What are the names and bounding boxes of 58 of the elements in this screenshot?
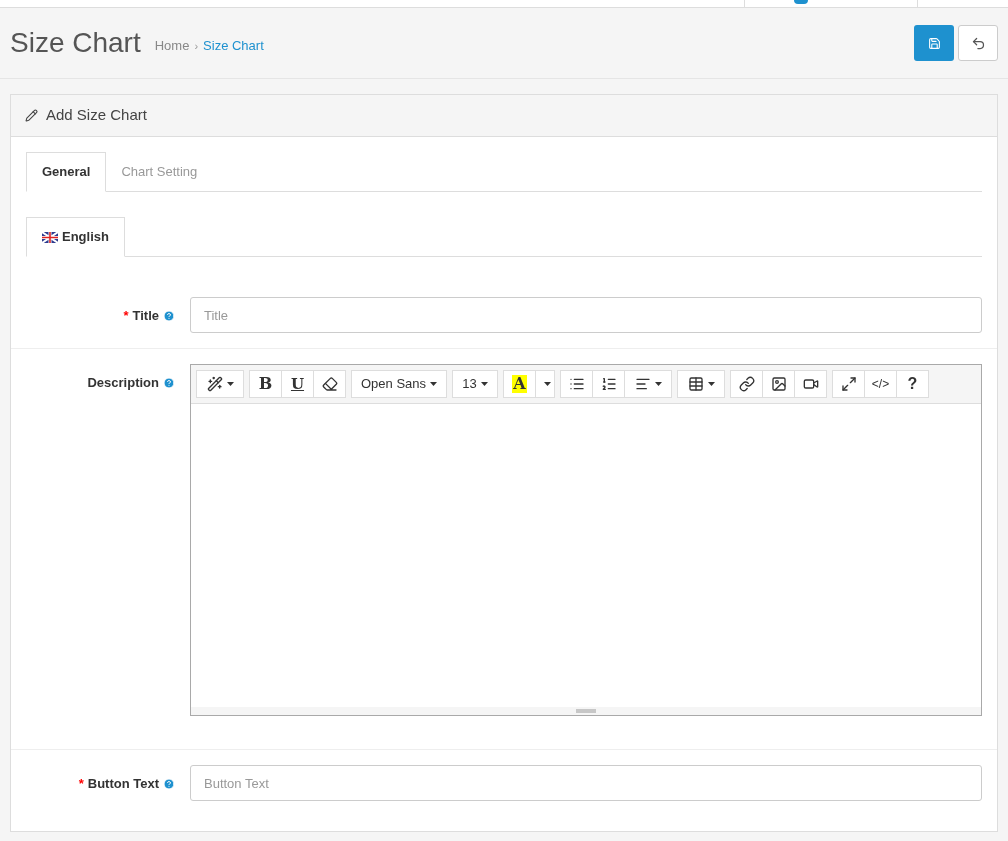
save-icon <box>927 36 941 50</box>
picture-button[interactable] <box>762 370 795 398</box>
caret-icon <box>707 382 715 386</box>
expand-icon <box>840 376 857 392</box>
help-icon <box>163 376 175 389</box>
caret-icon <box>480 382 488 386</box>
numbered-list-button[interactable] <box>592 370 625 398</box>
undo-icon <box>970 35 986 51</box>
magic-button[interactable] <box>196 370 244 398</box>
video-button[interactable] <box>794 370 827 398</box>
help-icon <box>163 777 175 790</box>
field-label: Button Text <box>87 775 159 793</box>
caret-icon <box>543 382 551 386</box>
text-color-button[interactable]: A <box>503 370 536 398</box>
eraser-button[interactable] <box>313 370 346 398</box>
bullet-list-button[interactable] <box>560 370 593 398</box>
color-dropdown[interactable] <box>535 370 555 398</box>
caret-icon <box>654 382 662 386</box>
tab[interactable]: General <box>26 152 107 192</box>
back-button[interactable] <box>958 25 998 61</box>
field-label: Title <box>132 307 159 325</box>
eraser-icon <box>321 376 338 392</box>
field-label: Description <box>87 374 159 392</box>
help-icon <box>163 309 175 322</box>
save-button[interactable] <box>914 25 954 61</box>
font-size-dropdown[interactable]: 13 <box>452 370 498 398</box>
help-button[interactable]: ? <box>896 370 929 398</box>
numbered-list-icon <box>600 376 617 392</box>
resize-handle[interactable] <box>191 707 981 715</box>
table-dropdown[interactable] <box>677 370 725 398</box>
link-icon <box>738 376 755 392</box>
rich-text-editor[interactable]: B U Open Sans 13 A </> ? <box>190 364 982 716</box>
caret-icon <box>226 382 234 386</box>
required-mark: * <box>123 307 129 325</box>
underline-button[interactable]: U <box>281 370 314 398</box>
align-dropdown[interactable] <box>624 370 672 398</box>
bullet-list-icon <box>568 376 585 392</box>
flag-icon <box>42 231 58 243</box>
text-input[interactable]: Button Text <box>190 765 982 801</box>
grip-icon <box>576 708 596 714</box>
text-input[interactable]: Title <box>190 297 982 333</box>
code-view-button[interactable]: </> <box>864 370 897 398</box>
separator-icon: › <box>194 37 199 55</box>
font-dropdown[interactable]: Open Sans <box>351 370 447 398</box>
required-mark: * <box>78 775 84 793</box>
pencil-icon <box>25 109 38 122</box>
page-title: Size Chart <box>10 26 141 60</box>
bold-button[interactable]: B <box>249 370 282 398</box>
wand-icon <box>206 376 223 392</box>
align-icon <box>634 376 651 392</box>
link-button[interactable] <box>730 370 763 398</box>
video-icon <box>802 376 819 392</box>
table-icon <box>687 376 704 392</box>
panel-title: Add Size Chart <box>46 105 147 126</box>
fullscreen-button[interactable] <box>832 370 865 398</box>
caret-icon <box>430 382 437 386</box>
language-tab[interactable]: English <box>26 217 125 257</box>
picture-icon <box>770 376 787 392</box>
